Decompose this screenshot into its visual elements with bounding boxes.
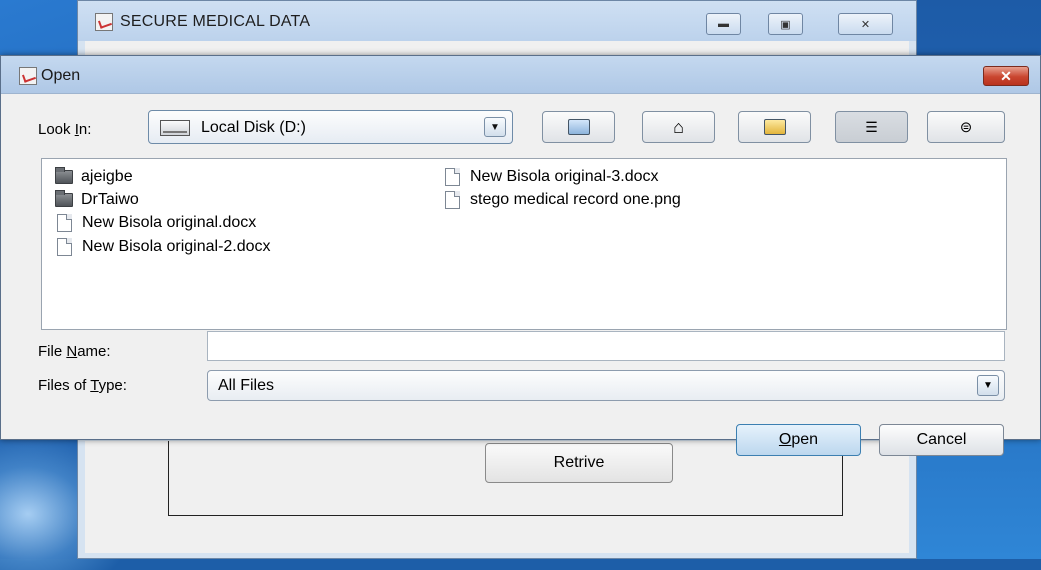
new-folder-button[interactable] xyxy=(738,111,811,143)
minimize-button[interactable]: ▬ xyxy=(706,13,741,35)
list-view-button[interactable]: ☰ xyxy=(835,111,908,143)
look-in-combobox[interactable]: Local Disk (D:) ▼ xyxy=(148,110,513,144)
look-in-value: Local Disk (D:) xyxy=(201,119,306,136)
file-name-label: File Name: xyxy=(38,343,111,360)
close-icon: ✕ xyxy=(1000,67,1012,84)
folder-icon xyxy=(55,190,73,207)
open-button[interactable]: Open xyxy=(736,424,861,456)
up-one-level-button[interactable] xyxy=(542,111,615,143)
minimize-icon: ▬ xyxy=(718,18,729,30)
app-title: SECURE MEDICAL DATA xyxy=(120,13,311,30)
java-icon xyxy=(95,13,113,31)
maximize-icon: ▣ xyxy=(780,18,791,31)
list-item-folder[interactable]: ajeigbe xyxy=(55,167,133,187)
chevron-down-icon[interactable]: ▼ xyxy=(484,117,506,137)
file-name-input[interactable] xyxy=(207,331,1005,361)
details-view-icon: ⊜ xyxy=(959,119,973,136)
document-icon xyxy=(57,214,72,232)
close-icon: ✕ xyxy=(860,18,871,31)
details-view-button[interactable]: ⊜ xyxy=(927,111,1005,143)
list-item-file[interactable]: stego medical record one.png xyxy=(443,190,681,210)
cancel-button[interactable]: Cancel xyxy=(879,424,1004,456)
dialog-body: Look In: Local Disk (D:) ▼ ⌂ ☰ ⊜ ajeigbe xyxy=(1,94,1040,456)
file-type-combobox[interactable]: All Files ▼ xyxy=(207,370,1005,401)
look-in-label: Look In: xyxy=(38,121,92,138)
app-body: Retrive xyxy=(85,441,909,553)
retrieve-button[interactable]: Retrive xyxy=(485,443,673,483)
list-item-folder[interactable]: DrTaiwo xyxy=(55,190,139,210)
file-list[interactable]: ajeigbe DrTaiwo New Bisola original.docx… xyxy=(41,158,1007,330)
home-button[interactable]: ⌂ xyxy=(642,111,715,143)
file-type-value: All Files xyxy=(218,377,275,394)
dialog-title: Open xyxy=(41,67,81,84)
new-folder-icon xyxy=(763,119,786,135)
hard-disk-icon xyxy=(160,120,190,136)
java-icon xyxy=(19,67,37,85)
list-view-icon: ☰ xyxy=(865,118,878,135)
document-icon xyxy=(445,191,460,209)
file-type-label: Files of Type: xyxy=(38,377,127,394)
list-item-file[interactable]: New Bisola original-2.docx xyxy=(55,237,271,257)
list-item-file[interactable]: New Bisola original.docx xyxy=(55,213,256,233)
document-icon xyxy=(445,168,460,186)
open-dialog: Open ✕ Look In: Local Disk (D:) ▼ ⌂ ☰ ⊜ xyxy=(0,55,1041,456)
list-item-file[interactable]: New Bisola original-3.docx xyxy=(443,167,659,187)
dialog-titlebar: Open ✕ xyxy=(1,56,1040,94)
home-icon: ⌂ xyxy=(673,116,684,137)
folder-up-icon xyxy=(567,119,590,135)
chevron-down-icon[interactable]: ▼ xyxy=(977,375,999,396)
dialog-close-button[interactable]: ✕ xyxy=(983,66,1029,86)
document-icon xyxy=(57,238,72,256)
close-window-button[interactable]: ✕ xyxy=(838,13,893,35)
app-titlebar: SECURE MEDICAL DATA ▬ ▣ ✕ xyxy=(78,1,916,41)
folder-icon xyxy=(55,167,73,184)
maximize-button[interactable]: ▣ xyxy=(768,13,803,35)
